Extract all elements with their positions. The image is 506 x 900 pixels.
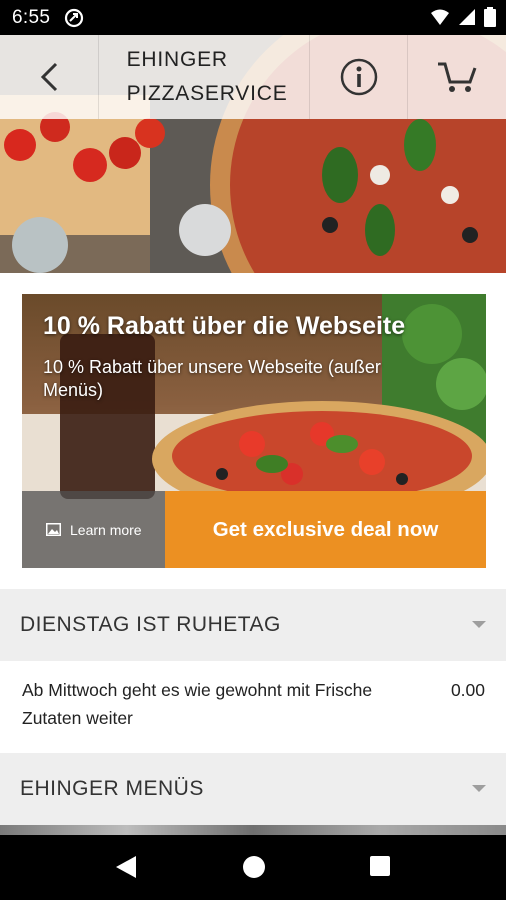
chevron-down-icon [472,621,486,628]
nav-recents-icon[interactable] [370,856,390,876]
status-bar: 6:55 [0,0,506,35]
hero-image: EHINGER PIZZASERVICE [0,35,506,273]
cart-icon [438,62,477,92]
menu-image-strip [0,825,506,835]
learn-more-label: Learn more [70,521,142,538]
promo-banner[interactable]: 10 % Rabatt über die Webseite 10 % Rabat… [22,294,486,568]
learn-more-button[interactable]: Learn more [22,491,165,568]
back-button[interactable] [0,35,99,119]
info-icon [340,58,377,96]
signal-icon [459,9,475,25]
nav-home-icon[interactable] [243,856,265,878]
promo-subtitle: 10 % Rabatt über unsere Webseite (außer … [43,357,381,400]
nav-back-icon[interactable] [116,856,136,878]
app-notification-icon [65,8,84,27]
battery-icon [484,7,496,27]
cart-button[interactable] [408,35,506,119]
section-header-ruhetag[interactable]: DIENSTAG IST RUHETAG [0,589,506,661]
menu-item[interactable]: Ab Mittwoch geht es wie gewohnt mit Fris… [0,661,506,753]
restaurant-title: EHINGER PIZZASERVICE [99,35,310,119]
menu-item-price: 0.00 [450,680,485,700]
chevron-down-icon [472,785,486,792]
app-header: EHINGER PIZZASERVICE [0,35,506,119]
image-icon [46,523,61,536]
restaurant-name: EHINGER PIZZASERVICE [126,48,288,105]
back-arrow-icon [40,62,57,92]
wifi-icon [431,9,449,25]
section-title: DIENSTAG IST RUHETAG [20,613,281,636]
menu-item-name: Ab Mittwoch geht es wie gewohnt mit Fris… [22,680,373,728]
section-header-menus[interactable]: EHINGER MENÜS [0,753,506,825]
status-icons [430,7,496,27]
status-time: 6:55 [12,6,51,28]
section-title: EHINGER MENÜS [20,777,204,800]
get-deal-button[interactable]: Get exclusive deal now [165,491,486,568]
promo-title: 10 % Rabatt über die Webseite [43,312,406,340]
get-deal-label: Get exclusive deal now [212,517,439,541]
info-button[interactable] [310,35,409,119]
